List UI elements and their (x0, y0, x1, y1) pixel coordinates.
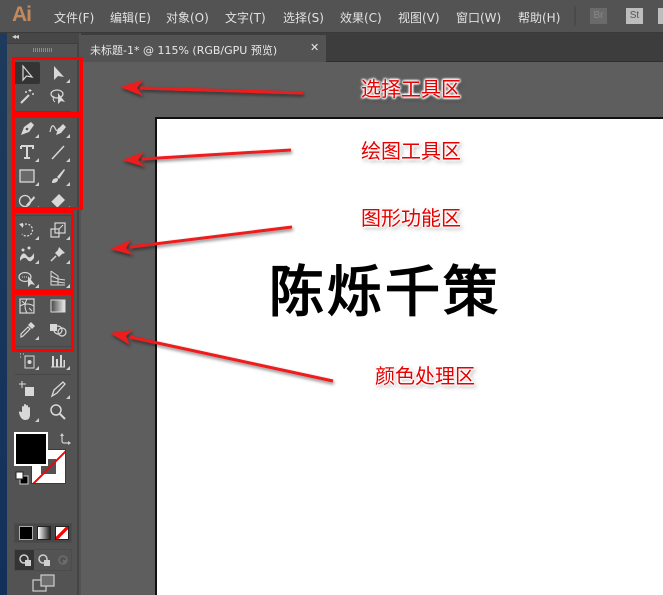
annotation-label-color: 颜色处理区 (375, 364, 475, 388)
draw-inside-button[interactable] (53, 550, 72, 570)
color-mode-button[interactable] (19, 526, 33, 540)
none-mode-button[interactable] (55, 526, 69, 540)
document-tab-title: 未标题-1* @ 115% (RGB/GPU 预览) (90, 44, 278, 57)
bridge-button[interactable]: Br (590, 8, 607, 24)
slice-tool[interactable] (45, 378, 71, 400)
artboard-icon (19, 381, 34, 396)
menu-window[interactable]: 窗口(W) (456, 9, 501, 26)
swap-fill-stroke-icon[interactable] (59, 432, 73, 446)
menu-edit[interactable]: 编辑(E) (110, 9, 151, 26)
close-icon[interactable]: ✕ (310, 41, 319, 54)
tools-panel-header[interactable]: ◂◂ (7, 32, 79, 44)
screen-mode-icon[interactable] (32, 574, 56, 592)
symbol-sprayer-icon (20, 353, 35, 369)
column-graph-tool[interactable] (45, 349, 71, 371)
artboard-tool[interactable] (14, 378, 40, 400)
document-tab[interactable]: 未标题-1* @ 115% (RGB/GPU 预览) ✕ (81, 35, 326, 62)
desktop-background-strip (0, 33, 7, 595)
workspace-switcher-button[interactable] (658, 8, 663, 24)
draw-behind-icon (37, 554, 50, 566)
menu-type[interactable]: 文字(T) (225, 9, 266, 26)
app-logo: Ai (12, 3, 32, 26)
document-tab-bar: 未标题-1* @ 115% (RGB/GPU 预览) ✕ (81, 33, 663, 62)
hand-icon (18, 404, 30, 420)
zoom-icon (50, 404, 66, 420)
gradient-mode-button[interactable] (37, 526, 51, 540)
highlight-transform-tools (12, 210, 74, 292)
slice-icon (50, 381, 66, 398)
menu-help[interactable]: 帮助(H) (518, 9, 560, 26)
annotation-label-selection: 选择工具区 (361, 77, 461, 101)
menu-separator (574, 6, 576, 26)
highlight-color-tools (12, 292, 74, 352)
column-graph-icon (51, 355, 65, 368)
color-mode-group (14, 523, 72, 543)
draw-inside-icon (57, 555, 68, 565)
stock-button[interactable]: St (626, 8, 643, 24)
collapse-panel-icon[interactable]: ◂◂ (12, 32, 19, 41)
highlight-selection-tools (12, 57, 83, 115)
menu-file[interactable]: 文件(F) (54, 9, 94, 26)
draw-normal-button[interactable] (15, 550, 34, 570)
annotation-label-drawing: 绘图工具区 (361, 139, 461, 163)
menu-object[interactable]: 对象(O) (166, 9, 209, 26)
menu-select[interactable]: 选择(S) (283, 9, 324, 26)
draw-normal-icon (18, 554, 31, 566)
menu-view[interactable]: 视图(V) (398, 9, 440, 26)
zoom-tool[interactable] (45, 401, 71, 423)
draw-mode-group (14, 549, 72, 571)
fill-color-swatch[interactable] (14, 432, 48, 466)
panel-grip-handle[interactable] (33, 48, 53, 52)
menu-bar: Ai 文件(F) 编辑(E) 对象(O) 文字(T) 选择(S) 效果(C) 视… (0, 0, 663, 33)
artboard-text-object[interactable]: 陈烁千策 (269, 247, 501, 327)
artboard[interactable]: 陈烁千策 (155, 117, 663, 595)
draw-behind-button[interactable] (34, 550, 53, 570)
annotation-label-transform: 图形功能区 (361, 206, 461, 230)
menu-effect[interactable]: 效果(C) (340, 9, 382, 26)
symbol-sprayer-tool[interactable] (14, 349, 40, 371)
default-fill-stroke-icon[interactable] (15, 471, 29, 485)
hand-tool[interactable] (14, 401, 40, 423)
highlight-drawing-tools (12, 115, 83, 210)
